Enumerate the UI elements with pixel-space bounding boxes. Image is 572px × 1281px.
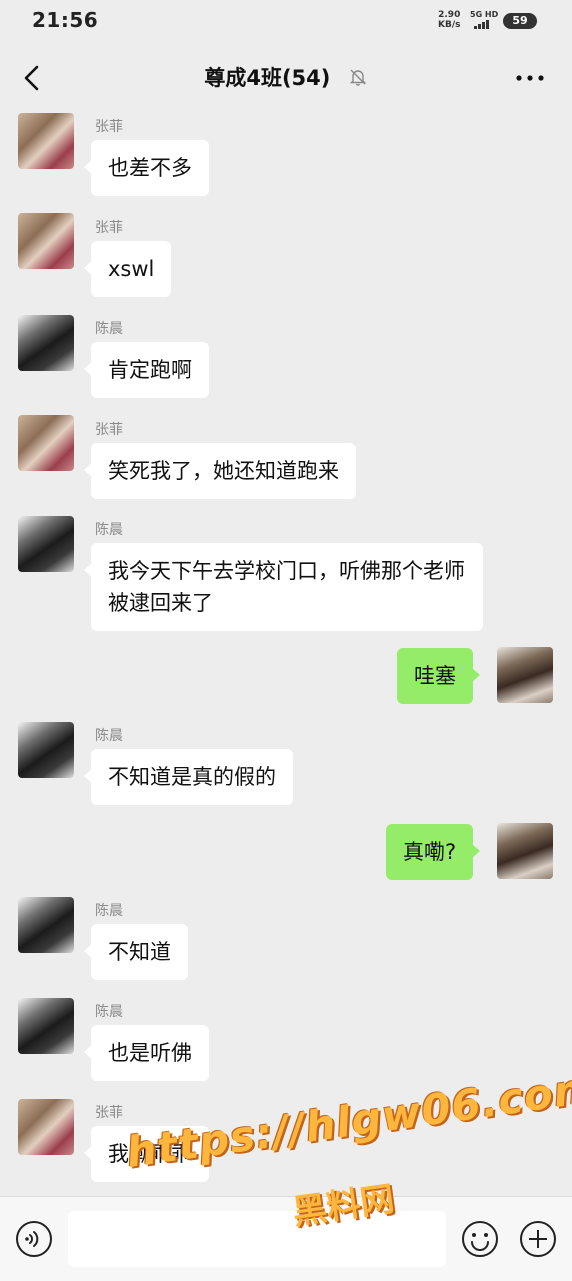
sender-name: 陈晨 xyxy=(95,728,123,744)
avatar[interactable] xyxy=(18,315,74,371)
emoji-icon[interactable] xyxy=(460,1219,500,1259)
voice-icon[interactable] xyxy=(14,1219,54,1259)
avatar[interactable] xyxy=(18,415,74,471)
chat-title: 尊成4班(54) xyxy=(0,62,572,92)
avatar[interactable] xyxy=(18,722,74,778)
chat-header: 尊成4班(54) xyxy=(0,44,572,114)
watermark-url: https://hlgw06.com xyxy=(123,1062,572,1177)
avatar[interactable] xyxy=(18,998,74,1054)
message-bubble[interactable]: xswl xyxy=(83,241,172,297)
status-time: 21:56 xyxy=(32,8,99,32)
avatar-self[interactable] xyxy=(497,647,553,703)
message-bubble[interactable]: 笑死我了，她还知道跑来 xyxy=(84,443,356,499)
avatar[interactable] xyxy=(18,1099,74,1155)
bell-off-icon xyxy=(348,67,368,92)
message-bubble-self[interactable]: 哇塞 xyxy=(397,648,480,704)
message-bubble[interactable]: 肯定跑啊 xyxy=(84,342,209,398)
sender-name: 陈晨 xyxy=(95,903,123,919)
avatar[interactable] xyxy=(18,213,74,269)
message-bubble[interactable]: 不知道 xyxy=(84,924,188,980)
sender-name: 张菲 xyxy=(95,422,123,438)
avatar[interactable] xyxy=(18,113,74,169)
network-speed: 2.90 KB/s xyxy=(438,10,460,30)
message-bubble-self[interactable]: 真嘞? xyxy=(386,824,481,880)
sender-name: 陈晨 xyxy=(95,1004,123,1020)
more-horizontal-icon[interactable] xyxy=(510,60,550,96)
status-bar: 21:56 2.90 KB/s 5G HD 59 xyxy=(0,0,572,44)
plus-circle-icon[interactable] xyxy=(518,1219,558,1259)
message-bubble[interactable]: 我今天下午去学校门口，听佛那个老师被逮回来了 xyxy=(84,543,483,631)
message-bubble[interactable]: 也是听佛 xyxy=(84,1025,209,1081)
sender-name: 张菲 xyxy=(95,119,123,135)
avatar[interactable] xyxy=(18,516,74,572)
message-bubble[interactable]: 不知道是真的假的 xyxy=(84,749,293,805)
avatar[interactable] xyxy=(18,897,74,953)
battery-icon: 59 xyxy=(503,13,537,29)
input-bar xyxy=(0,1196,572,1281)
message-bubble[interactable]: 也差不多 xyxy=(84,140,209,196)
signal-label: 5G HD xyxy=(470,10,499,19)
chat-title-text: 尊成4班(54) xyxy=(204,66,331,90)
sender-name: 陈晨 xyxy=(95,522,123,538)
sender-name: 张菲 xyxy=(95,1105,123,1121)
sender-name: 陈晨 xyxy=(95,321,123,337)
sender-name: 张菲 xyxy=(95,220,123,236)
network-speed-value: 2.90 xyxy=(438,10,461,20)
network-speed-unit: KB/s xyxy=(438,20,461,30)
avatar-self[interactable] xyxy=(497,823,553,879)
signal-bars-icon xyxy=(474,20,489,29)
